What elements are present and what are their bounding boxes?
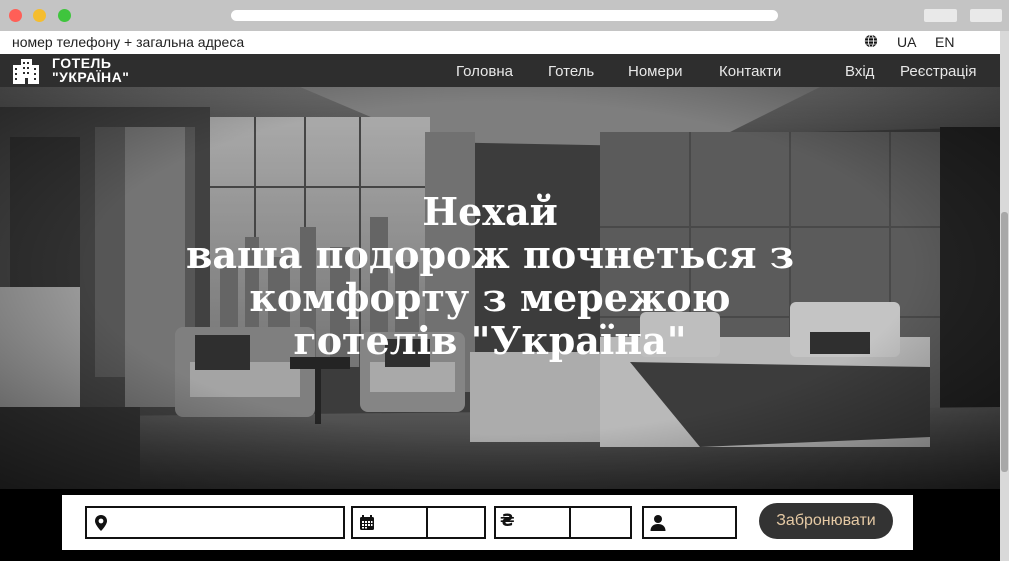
browser-chrome — [0, 0, 1009, 31]
user-icon — [650, 515, 666, 531]
browser-button[interactable] — [970, 9, 1002, 22]
price-field[interactable]: ₴ — [494, 506, 632, 539]
logo-line: ГОТЕЛЬ — [52, 55, 112, 71]
maximize-window-button[interactable] — [58, 9, 71, 22]
calendar-icon — [360, 515, 374, 530]
lang-en-link[interactable]: EN — [935, 34, 954, 50]
booking-form: ₴ Забронювати — [62, 495, 913, 550]
nav-link-contacts[interactable]: Контакти — [719, 63, 781, 80]
hero-title-line: ваша подорож почнеться з — [185, 232, 795, 277]
nav-link-hotel[interactable]: Готель — [548, 63, 594, 80]
hero-title-line: Нехай — [422, 189, 558, 234]
date-field[interactable] — [351, 506, 486, 539]
hero-title-line: готелів "Україна" — [293, 318, 687, 363]
logo-text[interactable]: ГОТЕЛЬ "УКРАЇНА" — [52, 56, 129, 84]
hotel-building-icon[interactable] — [12, 57, 40, 84]
close-window-button[interactable] — [9, 9, 22, 22]
globe-icon[interactable] — [864, 34, 878, 48]
hero-section: Нехай ваша подорож почнеться з комфорту … — [0, 87, 1000, 489]
book-button[interactable]: Забронювати — [759, 503, 893, 539]
page: номер телефону + загальна адреса UA EN Г… — [0, 31, 1000, 561]
hero-title-line: комфорту з мережою — [249, 275, 731, 320]
date-divider — [426, 508, 428, 537]
minimize-window-button[interactable] — [33, 9, 46, 22]
logo-line: "УКРАЇНА" — [52, 69, 130, 85]
hero-title: Нехай ваша подорож почнеться з комфорту … — [120, 190, 860, 362]
nav-link-rooms[interactable]: Номери — [628, 63, 683, 80]
register-link[interactable]: Реєстрація — [900, 63, 976, 80]
map-pin-icon — [95, 515, 107, 531]
price-divider — [569, 508, 571, 537]
scrollbar-thumb[interactable] — [1001, 212, 1008, 472]
hryvnia-icon: ₴ — [500, 511, 515, 531]
main-nav: ГОТЕЛЬ "УКРАЇНА" Головна Готель Номери К… — [0, 54, 1000, 87]
contact-info: номер телефону + загальна адреса — [12, 34, 245, 50]
login-link[interactable]: Вхід — [845, 63, 874, 80]
guests-field[interactable] — [642, 506, 737, 539]
lang-ua-link[interactable]: UA — [897, 34, 916, 50]
nav-link-home[interactable]: Головна — [456, 63, 513, 80]
browser-button[interactable] — [924, 9, 957, 22]
address-bar[interactable] — [231, 10, 778, 21]
location-field[interactable] — [85, 506, 345, 539]
info-bar: номер телефону + загальна адреса UA EN — [0, 31, 1000, 54]
